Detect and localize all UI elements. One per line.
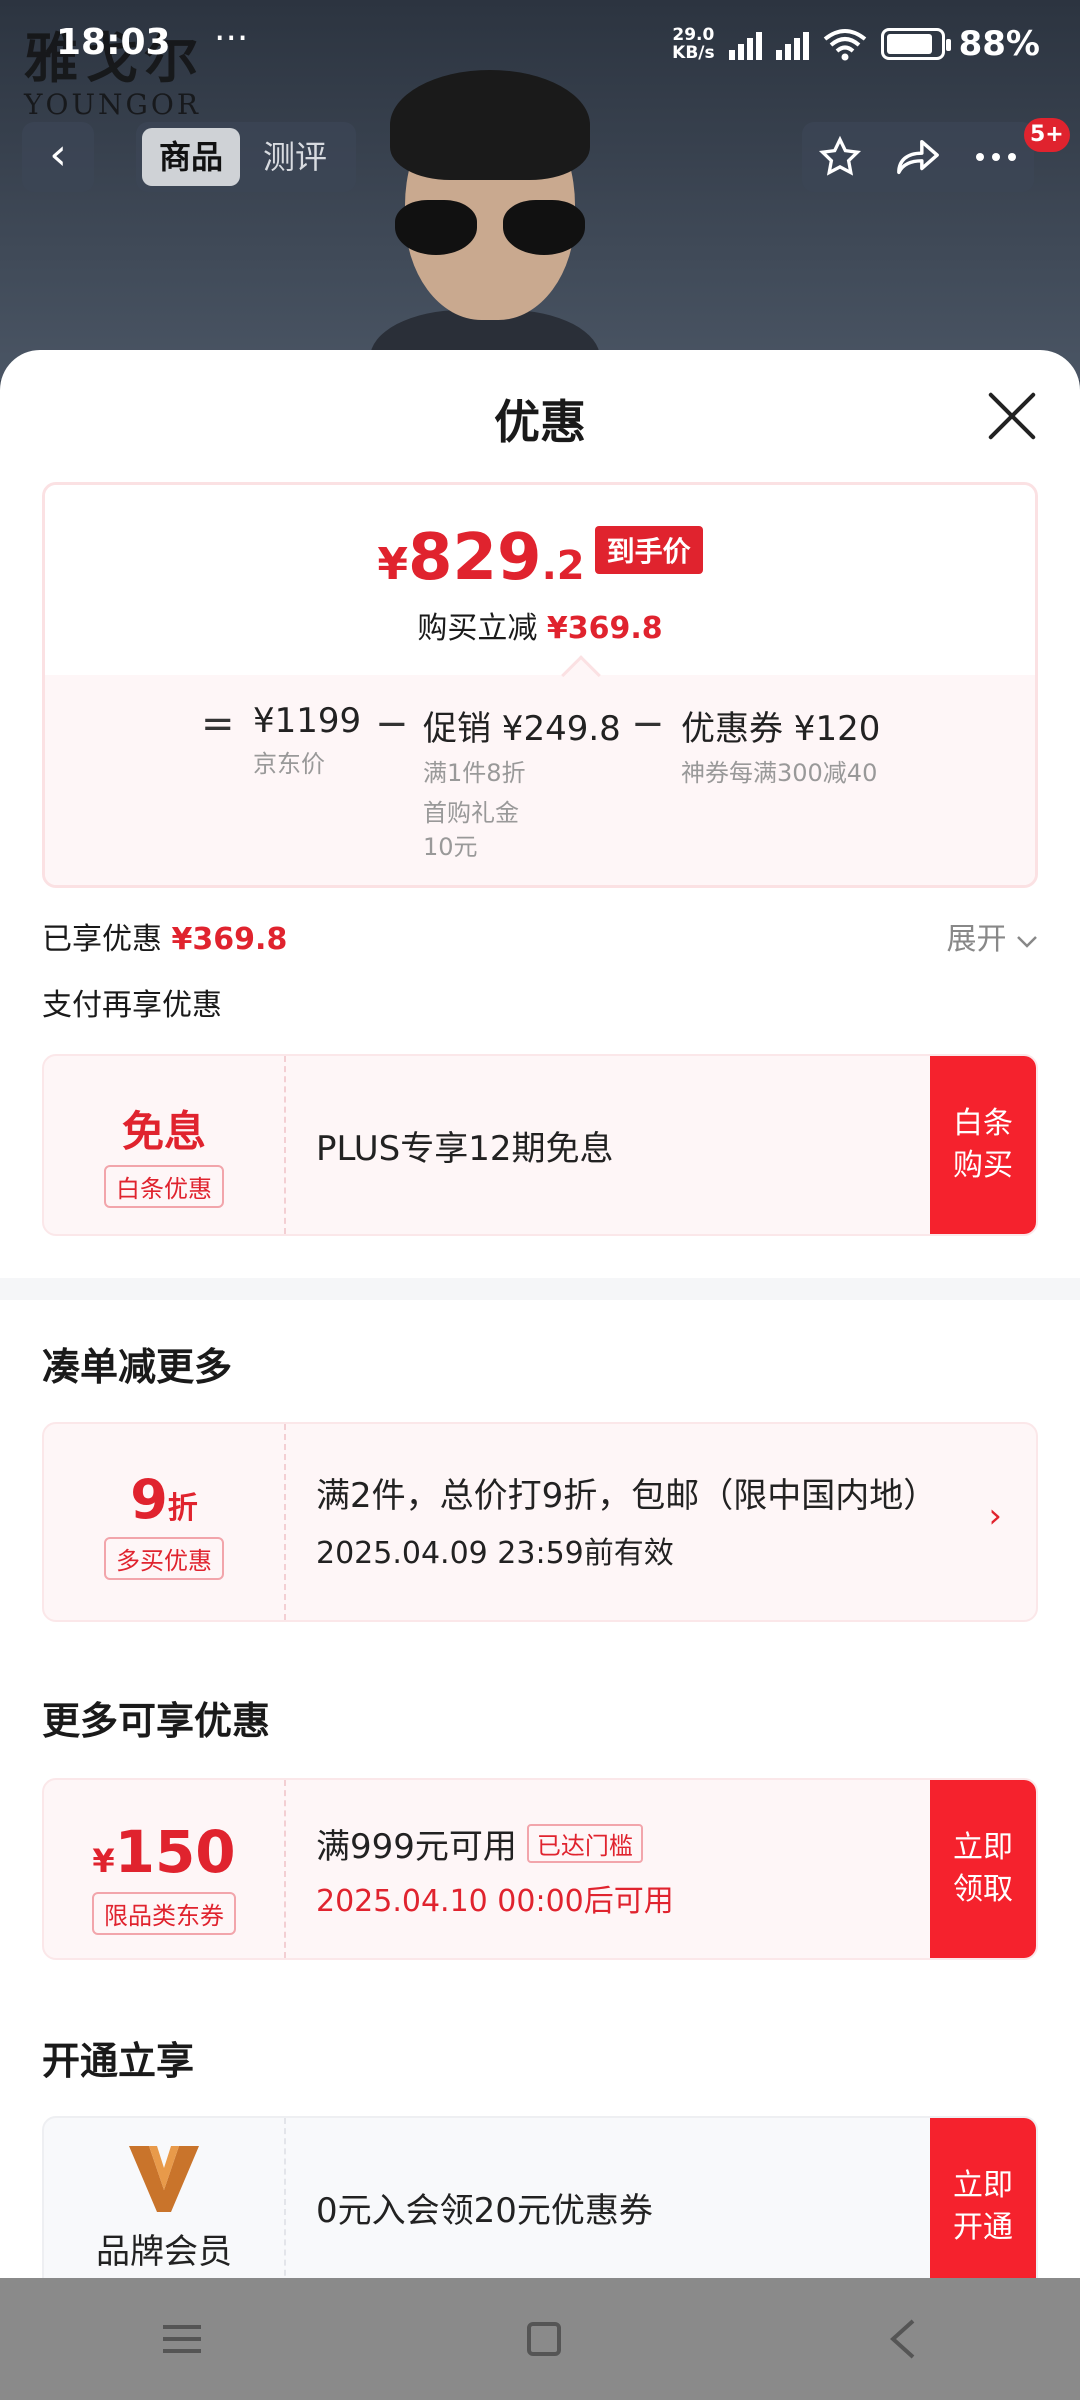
close-icon[interactable] [984,388,1040,444]
battery-percent: 88% [958,24,1040,64]
coupon-condition: 满999元可用 已达门槛 [316,1819,916,1868]
minus-sign: − [375,701,409,747]
coupon-offer-card: ¥150 限品类东券 满999元可用 已达门槛 2025.04.10 00:00后… [42,1778,1038,1960]
baitiao-buy-button[interactable]: 白条购买 [930,1056,1036,1234]
chevron-down-icon [1017,936,1037,948]
coupon-tag: 限品类东券 [92,1892,236,1935]
membership-section-title: 开通立享 [42,2039,195,2083]
minus-sign: − [631,701,665,747]
pay-more-heading: 支付再享优惠 [42,988,222,1023]
back-button[interactable]: ‹ [22,122,94,192]
sheet-title: 优惠 [494,395,586,449]
tab-product[interactable]: 商品 [142,128,240,186]
tab-reviews[interactable]: 测评 [246,128,344,186]
instant-discount: 购买立减 ¥369.8 [417,611,663,646]
membership-offer-text: 0元入会领20元优惠券 [316,2190,653,2231]
bundle-section-title: 凑单减更多 [42,1345,233,1389]
reached-threshold-badge: 已达门槛 [526,1823,643,1863]
message-badge: 5+ [1024,118,1070,152]
enjoyed-discount: 已享优惠 ¥369.8 [42,922,288,957]
system-nav-bar [0,2278,1080,2400]
home-icon[interactable] [527,2322,561,2356]
coupon-discount: 优惠券 ¥120 神券每满300减40 [681,709,881,787]
menu-icon[interactable] [163,2325,201,2353]
star-icon[interactable] [818,135,862,179]
clock: 18:03 [56,22,171,63]
bundle-validity: 2025.04.09 23:59前有效 [316,1536,674,1571]
more-icon[interactable] [974,151,1018,163]
join-membership-button[interactable]: 立即开通 [930,2118,1036,2278]
chevron-right-icon: › [988,1496,1002,1536]
bundle-offer-card[interactable]: 9折 多买优惠 满2件，总价打9折，包邮（限中国内地） 2025.04.09 2… [42,1422,1038,1622]
brand-logo-icon [129,2146,199,2212]
more-section-title: 更多可享优惠 [42,1699,271,1743]
bundle-offer-text: 满2件，总价打9折，包邮（限中国内地） [316,1476,938,1516]
status-bar: 18:03 ··· 29.0 KB/s 88% [0,0,1080,90]
back-icon[interactable] [887,2317,917,2361]
signal-2-icon [775,28,809,60]
signal-1-icon [728,28,762,60]
more-notifications-icon: ··· [214,18,249,59]
price-breakdown-card: ¥829.2 到手价 购买立减 ¥369.8 = ¥1199 京东价 − 促销 ¥… [42,482,1038,888]
discount-sheet: 优惠 ¥829.2 到手价 购买立减 ¥369.8 = ¥1199 京东价 − 促… [0,350,1080,2278]
claim-coupon-button[interactable]: 立即领取 [930,1780,1036,1958]
jd-price: ¥1199 京东价 [253,701,362,778]
bundle-tag: 多买优惠 [104,1537,224,1580]
top-tabs: 商品 测评 [136,122,356,192]
coupon-validity: 2025.04.10 00:00后可用 [316,1883,674,1919]
section-divider [0,1278,1080,1300]
model-photo [360,70,610,380]
share-icon[interactable] [895,137,941,177]
final-price-tag: 到手价 [594,526,703,574]
baitiao-tag: 白条优惠 [104,1165,224,1208]
net-speed: 29.0 KB/s [672,25,715,63]
wifi-icon [823,29,866,61]
expand-button[interactable]: 展开 [946,914,1038,958]
equals-sign: = [201,701,235,747]
membership-offer-card: 品牌会员 0元入会领20元优惠券 立即开通 [42,2116,1038,2278]
brand-member-label: 品牌会员 [96,2232,232,2272]
interest-free-label: 免息 [121,1107,206,1156]
promo-discount: 促销 ¥249.8 满1件8折 首购礼金 10元 [423,709,621,861]
baitiao-offer-text: PLUS专享12期免息 [316,1128,614,1169]
final-price: ¥829.2 到手价 [45,521,1035,595]
battery-icon [880,28,951,60]
baitiao-offer-card: 免息 白条优惠 PLUS专享12期免息 白条购买 [42,1054,1038,1236]
top-actions [802,122,1034,192]
